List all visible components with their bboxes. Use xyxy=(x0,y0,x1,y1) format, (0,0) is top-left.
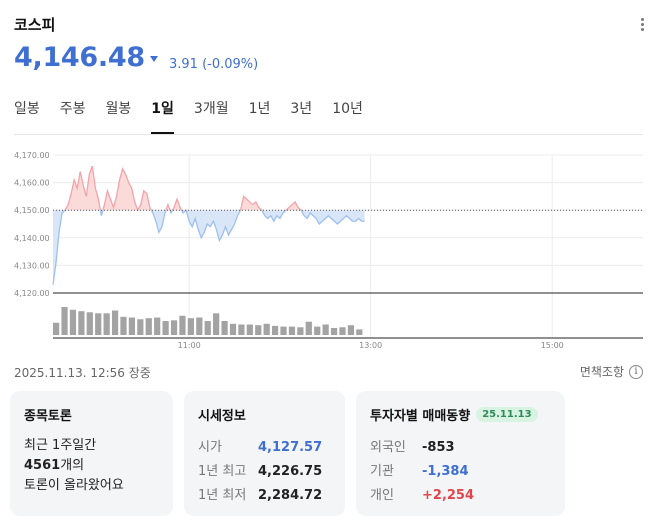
market-row-value: 4,226.75 xyxy=(258,464,323,479)
volume-bar xyxy=(297,327,304,335)
tab-3months[interactable]: 3개월 xyxy=(194,98,229,132)
period-tabs: 일봉 주봉 월봉 1일 3개월 1년 3년 10년 xyxy=(14,98,383,134)
forum-line-2: 4561개의 xyxy=(24,456,159,476)
volume-bar xyxy=(61,307,68,335)
investor-row-label: 개인 xyxy=(370,488,394,503)
tab-daily[interactable]: 일봉 xyxy=(14,98,40,132)
volume-bar xyxy=(103,313,110,335)
disclaimer-link[interactable]: 면책조항 i xyxy=(580,363,643,380)
volume-bar xyxy=(221,321,228,335)
volume-bar xyxy=(246,324,253,335)
investor-row-value: -853 xyxy=(422,440,455,455)
price-change: 3.91 (-0.09%) xyxy=(169,57,259,72)
volume-bar xyxy=(288,326,296,335)
investor-row-label: 외국인 xyxy=(370,440,406,455)
x-tick-label: 11:00 xyxy=(178,341,201,350)
volume-bar xyxy=(120,316,127,335)
forum-card[interactable]: 종목토론 최근 1주일간 4561개의 토론이 올라왔어요 xyxy=(10,391,173,516)
forum-count: 4561 xyxy=(24,458,61,473)
volume-bar xyxy=(86,312,93,335)
market-card-title: 시세정보 xyxy=(198,409,246,424)
volume-bar xyxy=(137,319,144,335)
y-tick-label: 4,120.00 xyxy=(14,289,50,298)
market-row-value: 2,284.72 xyxy=(258,488,323,503)
forum-line-3: 토론이 올라왔어요 xyxy=(24,478,124,493)
x-tick-label: 15:00 xyxy=(541,341,564,350)
volume-bar xyxy=(314,326,321,335)
investor-row-value: +2,254 xyxy=(422,488,475,503)
investor-row-value: -1,384 xyxy=(422,464,469,479)
investor-card-title: 투자자별 매매동향 25.11.13 xyxy=(370,405,551,424)
investor-row: 기관 -1,384 xyxy=(370,460,551,484)
volume-bar xyxy=(69,309,77,335)
volume-bar xyxy=(263,323,270,335)
volume-bar xyxy=(111,310,119,335)
market-row-value: 4,127.57 xyxy=(258,440,323,455)
info-icon: i xyxy=(629,364,643,379)
volume-bar xyxy=(154,317,161,335)
volume-bar xyxy=(78,311,85,335)
y-tick-label: 4,170.00 xyxy=(14,151,50,160)
tab-monthly[interactable]: 월봉 xyxy=(106,98,132,132)
volume-bar xyxy=(179,315,186,335)
volume-bar xyxy=(305,321,312,335)
forum-summary: 최근 1주일간 4561개의 토론이 올라왔어요 xyxy=(24,436,159,496)
volume-bar xyxy=(330,328,338,335)
tab-weekly[interactable]: 주봉 xyxy=(60,98,86,132)
market-row: 1년 최저 2,284.72 xyxy=(198,484,331,508)
market-row: 시가 4,127.57 xyxy=(198,436,331,460)
volume-bar xyxy=(128,317,136,335)
investor-row: 외국인 -853 xyxy=(370,436,551,460)
timestamp: 2025.11.13. 12:56 장중 xyxy=(14,366,151,380)
y-tick-label: 4,160.00 xyxy=(14,179,50,188)
forum-line-1: 최근 1주일간 xyxy=(24,438,97,453)
volume-bar xyxy=(347,325,355,335)
market-info-card[interactable]: 시세정보 시가 4,127.57 1년 최고 4,226.75 1년 최저 2,… xyxy=(184,391,345,516)
forum-count-suffix: 개의 xyxy=(60,458,85,473)
volume-bar xyxy=(322,324,329,335)
investor-trend-card[interactable]: 투자자별 매매동향 25.11.13 외국인 -853 기관 -1,384 개인… xyxy=(356,391,565,516)
volume-bar xyxy=(213,313,220,335)
volume-bar xyxy=(280,326,287,335)
volume-bar xyxy=(53,322,60,335)
stock-title: 코스피 xyxy=(14,16,56,34)
volume-bar xyxy=(187,318,194,335)
volume-bar xyxy=(95,313,102,335)
volume-bar xyxy=(238,324,245,335)
x-tick-label: 13:00 xyxy=(359,341,382,350)
intraday-price-chart[interactable]: 4,170.00 4,160.00 4,150.00 4,140.00 4,130.00… xyxy=(0,138,663,353)
volume-bar xyxy=(170,320,178,335)
current-price: 4,146.48 xyxy=(14,42,145,73)
volume-bar xyxy=(162,321,169,335)
market-row-label: 1년 최고 xyxy=(198,464,247,479)
price-line-down xyxy=(52,210,365,285)
y-tick-label: 4,130.00 xyxy=(14,261,50,270)
market-row-label: 1년 최저 xyxy=(198,488,247,503)
volume-bar xyxy=(229,323,237,335)
tab-10years[interactable]: 10년 xyxy=(332,98,363,132)
investor-card-title-text: 투자자별 매매동향 xyxy=(370,409,471,424)
investor-date-badge: 25.11.13 xyxy=(476,407,538,422)
disclaimer-label: 면책조항 xyxy=(579,365,624,379)
investor-row-label: 기관 xyxy=(370,464,394,479)
tab-1year[interactable]: 1년 xyxy=(249,98,271,132)
tab-1day[interactable]: 1일 xyxy=(151,98,174,134)
market-row: 1년 최고 4,226.75 xyxy=(198,460,331,484)
y-tick-label: 4,150.00 xyxy=(14,206,50,215)
forum-card-title: 종목토론 xyxy=(24,409,72,424)
volume-bar xyxy=(145,318,152,335)
investor-row: 개인 +2,254 xyxy=(370,484,551,508)
volume-bar xyxy=(356,329,363,335)
volume-bar xyxy=(339,327,346,335)
more-options-icon[interactable] xyxy=(639,16,645,36)
market-row-label: 시가 xyxy=(198,440,222,455)
volume-bar xyxy=(271,325,279,335)
y-tick-label: 4,140.00 xyxy=(14,234,50,243)
volume-bar xyxy=(255,325,262,335)
volume-bar xyxy=(204,321,211,335)
tabs-divider xyxy=(14,134,643,135)
tab-3years[interactable]: 3년 xyxy=(290,98,312,132)
down-arrow-icon xyxy=(150,56,158,62)
volume-bar xyxy=(196,317,203,335)
